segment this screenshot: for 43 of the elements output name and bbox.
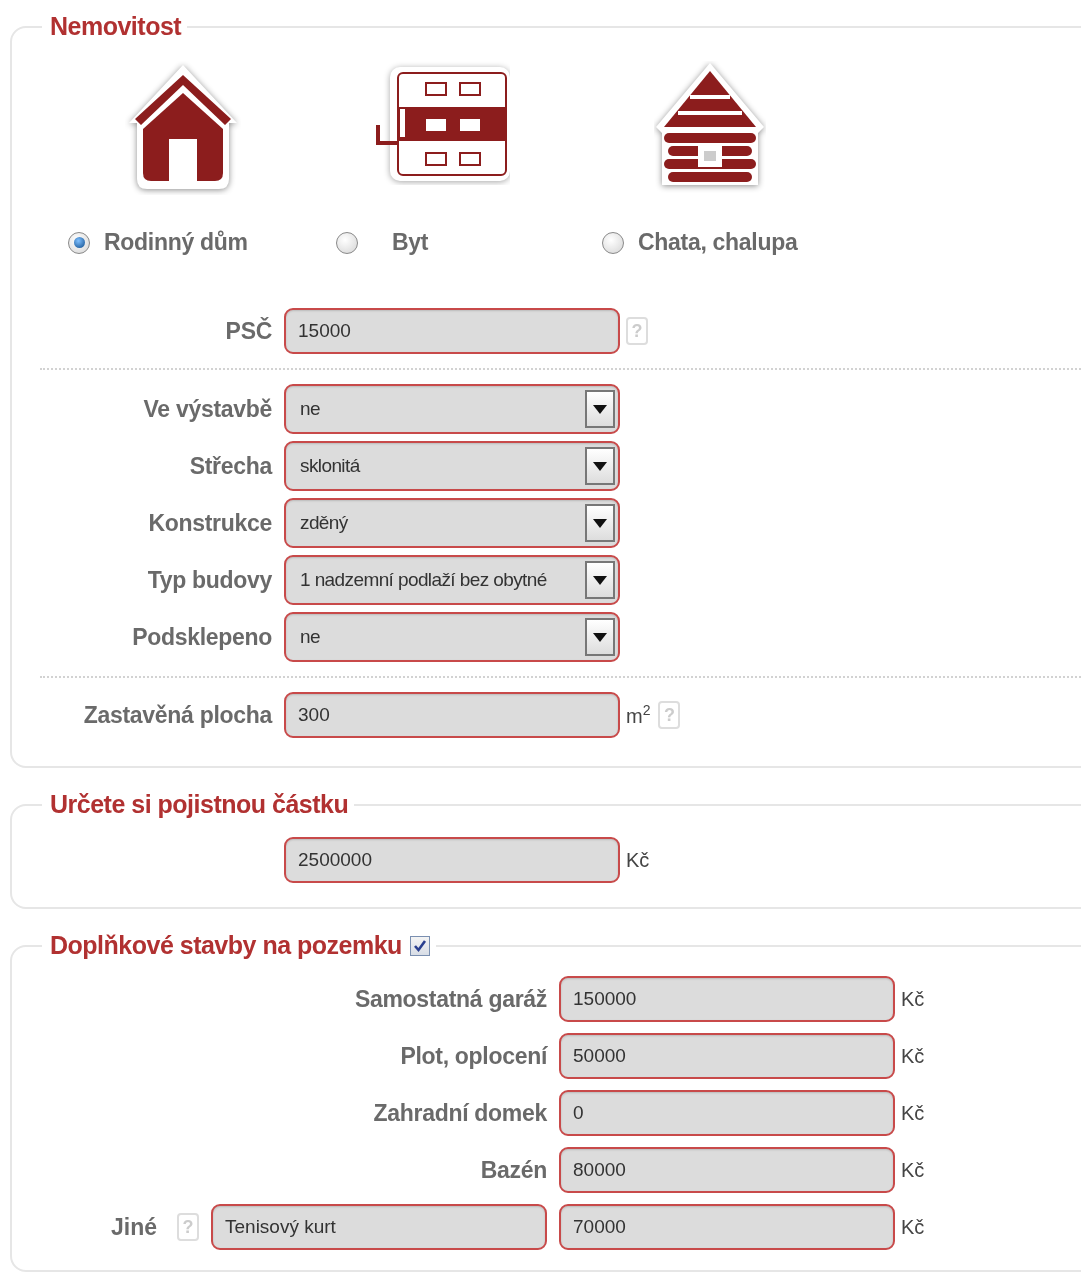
unit-label: m$^{2}$ (626, 702, 651, 728)
radio-label[interactable]: Byt (392, 229, 429, 256)
field-label: Zahradní domek (373, 1099, 547, 1126)
section-title: Nemovitost (50, 12, 182, 41)
field-label: Samostatná garáž (354, 985, 547, 1012)
section-title: Doplňkové stavby na pozemku (50, 931, 402, 960)
text-field[interactable]: 0 (559, 1090, 895, 1136)
text-field[interactable]: 300 (284, 692, 620, 738)
text-field[interactable]: 15000 (284, 308, 620, 354)
text-field[interactable]: 70000 (559, 1204, 895, 1250)
radio-label[interactable]: Rodinný dům (104, 229, 248, 256)
text-field[interactable]: Tenisový kurt (211, 1204, 547, 1250)
unit-label: Kč (901, 1044, 925, 1068)
field-label: Typ budovy (147, 566, 272, 593)
field-label: Zastavěná plocha (83, 701, 272, 728)
field-label: Ve výstavbě (143, 395, 272, 422)
field-label: Střecha (189, 452, 272, 479)
field-label: Podsklepeno (132, 623, 272, 650)
section-title: Určete si pojistnou částku (50, 790, 349, 819)
unit-label: Kč (901, 987, 925, 1011)
field-label: Plot, oplocení (400, 1042, 547, 1069)
dropdown[interactable]: 1 nadzemní podlaží bez obytné (284, 555, 620, 605)
field-label: Konstrukce (148, 509, 272, 536)
dropdown[interactable]: zděný (284, 498, 620, 548)
radio-button[interactable] (336, 231, 358, 254)
text-field[interactable]: 150000 (559, 976, 895, 1022)
radio-label[interactable]: Chata, chalupa (638, 229, 798, 256)
field-label: PSČ (225, 317, 272, 344)
radio-button[interactable] (68, 231, 90, 254)
dropdown[interactable]: ne (284, 612, 620, 662)
text-field[interactable]: 80000 (559, 1147, 895, 1193)
radio-button[interactable] (602, 231, 624, 254)
field-label: Bazén (480, 1156, 547, 1183)
dropdown[interactable]: ne (284, 384, 620, 434)
field-label: Jiné (110, 1213, 157, 1241)
unit-label: Kč (901, 1158, 925, 1182)
unit-label: Kč (901, 1101, 925, 1125)
checkbox[interactable] (409, 935, 430, 956)
text-field[interactable]: 50000 (559, 1033, 895, 1079)
text-field[interactable]: 2500000 (284, 837, 620, 883)
dropdown[interactable]: sklonitá (284, 441, 620, 491)
unit-label: Kč (901, 1215, 925, 1239)
unit-label: Kč (626, 848, 650, 872)
